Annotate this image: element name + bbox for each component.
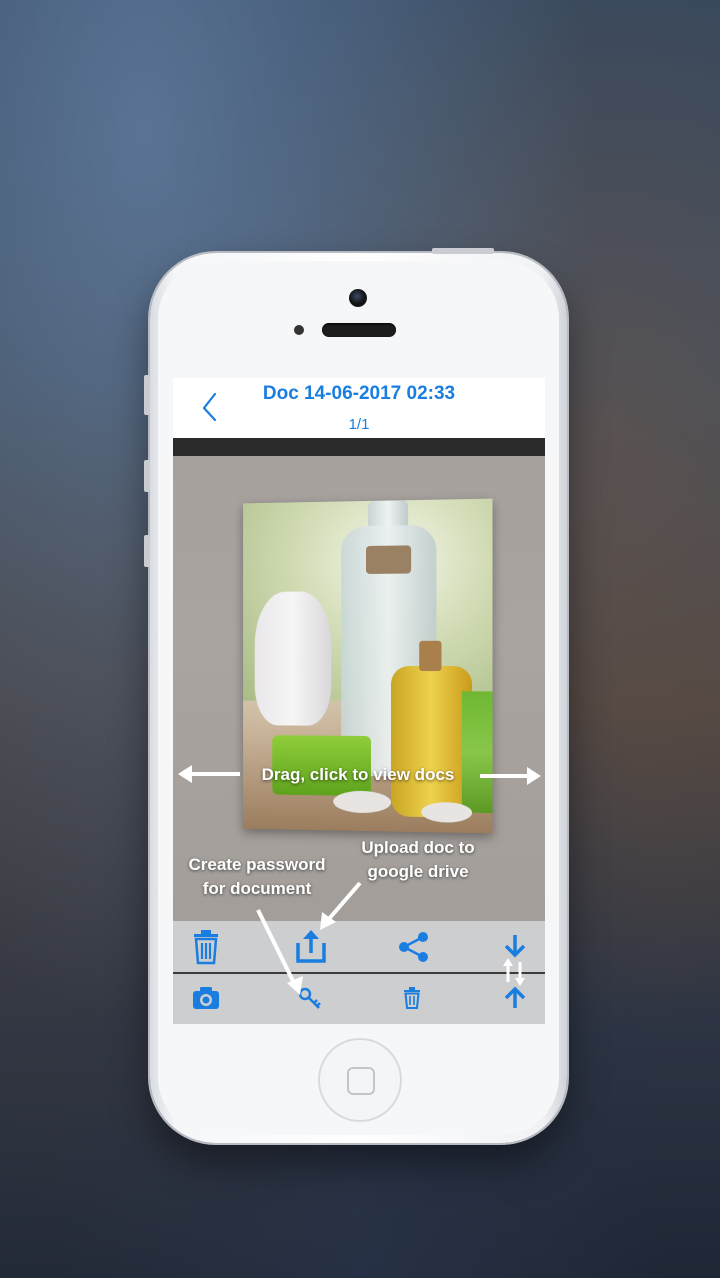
swipe-left-arrow — [178, 765, 240, 783]
password-pointer-arrow — [256, 909, 303, 995]
upload-pointer-arrow — [320, 881, 362, 930]
annotation-arrows — [178, 765, 541, 995]
swap-arrows-icon — [503, 958, 525, 986]
swipe-right-arrow — [480, 767, 541, 785]
